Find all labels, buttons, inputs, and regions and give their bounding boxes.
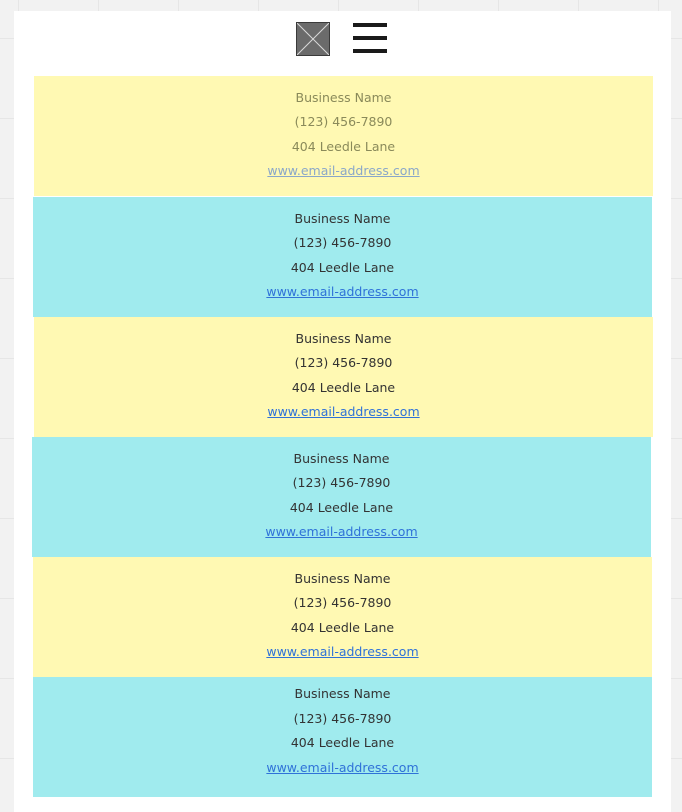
business-website-link[interactable]: www.email-address.com [266, 760, 418, 775]
business-card: Business Name (123) 456-7890 404 Leedle … [34, 317, 653, 437]
image-placeholder-icon [296, 22, 330, 56]
business-address: 404 Leedle Lane [291, 380, 396, 395]
menu-bar-middle [353, 36, 387, 40]
business-phone: (123) 456-7890 [293, 595, 392, 610]
business-phone: (123) 456-7890 [294, 355, 393, 370]
business-address: 404 Leedle Lane [289, 500, 394, 515]
business-address: 404 Leedle Lane [291, 139, 396, 154]
business-website-link[interactable]: www.email-address.com [266, 644, 418, 659]
header-bar [14, 11, 671, 71]
business-name: Business Name [294, 211, 391, 226]
business-website-link[interactable]: www.email-address.com [266, 284, 418, 299]
menu-bar-bottom [353, 49, 387, 53]
business-card: Business Name (123) 456-7890 404 Leedle … [33, 197, 652, 317]
business-website-link[interactable]: www.email-address.com [265, 524, 417, 539]
business-address: 404 Leedle Lane [290, 620, 395, 635]
business-name: Business Name [294, 686, 391, 701]
business-phone: (123) 456-7890 [293, 235, 392, 250]
business-website-link[interactable]: www.email-address.com [267, 163, 419, 178]
business-card: Business Name (123) 456-7890 404 Leedle … [33, 677, 652, 797]
business-address: 404 Leedle Lane [290, 260, 395, 275]
business-phone: (123) 456-7890 [292, 475, 391, 490]
business-name: Business Name [295, 90, 392, 105]
business-address: 404 Leedle Lane [290, 735, 395, 750]
business-name: Business Name [295, 331, 392, 346]
business-name: Business Name [294, 571, 391, 586]
business-website-link[interactable]: www.email-address.com [267, 404, 419, 419]
business-card: Business Name (123) 456-7890 404 Leedle … [32, 437, 651, 557]
business-name: Business Name [293, 451, 390, 466]
business-card: Business Name (123) 456-7890 404 Leedle … [34, 76, 653, 196]
business-phone: (123) 456-7890 [293, 711, 392, 726]
menu-bar-top [353, 23, 387, 27]
business-card: Business Name (123) 456-7890 404 Leedle … [33, 557, 652, 677]
mobile-page-panel: Business Name (123) 456-7890 404 Leedle … [14, 11, 671, 812]
business-phone: (123) 456-7890 [294, 114, 393, 129]
hamburger-menu-icon[interactable] [353, 23, 387, 55]
